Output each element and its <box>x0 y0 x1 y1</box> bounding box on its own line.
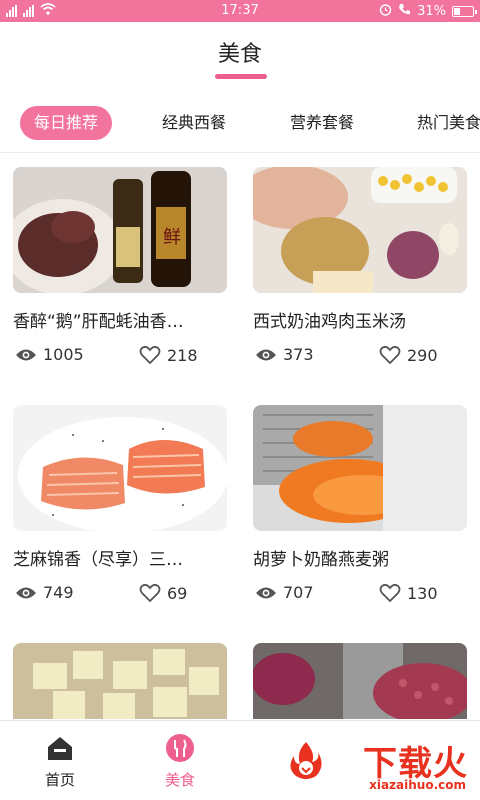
recipe-title: 胡萝卜奶酪燕麦粥 <box>253 550 389 570</box>
eye-icon <box>16 587 36 598</box>
view-count: 1005 <box>15 345 84 364</box>
recipe-title: 芝麻锦香（尽享）三… <box>13 550 183 570</box>
tab-nutrition-set[interactable]: 营养套餐 <box>290 106 354 140</box>
view-count: 373 <box>255 345 314 364</box>
header: 美食 <box>0 22 480 90</box>
recipe-image[interactable] <box>13 643 227 719</box>
call-icon <box>398 3 411 20</box>
eye-icon <box>256 349 276 360</box>
nav-home-label: 首页 <box>44 771 75 789</box>
svg-text:鲜: 鲜 <box>163 227 181 248</box>
recipe-title: 香醉“鹅”肝配蚝油香… <box>13 312 184 332</box>
like-count-value: 290 <box>407 345 438 365</box>
recipe-image[interactable] <box>253 167 467 293</box>
like-count[interactable]: 290 <box>379 345 438 365</box>
heart-icon[interactable] <box>379 583 401 603</box>
watermark-en: xiazaihuo.com <box>369 778 466 792</box>
like-count-value: 218 <box>167 345 198 365</box>
status-right: 31% <box>379 3 477 20</box>
tab-classic-western[interactable]: 经典西餐 <box>162 106 226 140</box>
eye-icon <box>256 587 276 598</box>
flame-icon <box>290 742 322 779</box>
like-count-value: 69 <box>167 583 188 603</box>
like-count[interactable]: 130 <box>379 583 438 603</box>
page-title: 美食 <box>217 42 262 67</box>
bottom-nav: 首页 美食 下载火 xiazaihuo.com <box>0 720 480 800</box>
nav-food-label: 美食 <box>164 771 195 789</box>
nav-food[interactable]: 美食 <box>140 733 220 790</box>
recipe-title: 西式奶油鸡肉玉米汤 <box>253 312 406 332</box>
tab-daily-recommend[interactable]: 每日推荐 <box>20 106 113 140</box>
recipe-image[interactable] <box>13 405 227 531</box>
recipe-image[interactable] <box>253 643 467 719</box>
category-tabs: 每日推荐 经典西餐 营养套餐 热门美食 <box>0 100 480 148</box>
like-count-value: 130 <box>407 583 438 603</box>
battery-percent: 31% <box>417 4 446 19</box>
battery-icon <box>452 6 477 17</box>
view-count: 749 <box>15 583 74 602</box>
fork-knife-icon <box>166 734 194 762</box>
watermark-logo: 下载火 xiazaihuo.com <box>276 736 476 796</box>
heart-icon[interactable] <box>139 583 161 603</box>
tabs-divider <box>0 152 480 153</box>
view-count-value: 1005 <box>43 345 84 364</box>
like-count[interactable]: 69 <box>139 583 187 603</box>
view-count-value: 749 <box>43 583 74 602</box>
title-underline <box>215 74 267 79</box>
view-count-value: 373 <box>283 345 314 364</box>
like-count[interactable]: 218 <box>139 345 198 365</box>
alarm-icon <box>379 3 392 20</box>
recipe-image[interactable] <box>253 405 467 531</box>
nav-home[interactable]: 首页 <box>20 733 100 790</box>
tab-popular-food[interactable]: 热门美食 <box>417 106 480 140</box>
heart-icon[interactable] <box>379 345 401 365</box>
recipe-image[interactable]: 鲜 <box>13 167 227 293</box>
view-count-value: 707 <box>283 583 314 602</box>
home-icon <box>48 737 72 760</box>
heart-icon[interactable] <box>139 345 161 365</box>
eye-icon <box>16 349 36 360</box>
status-bar: 17:37 31% <box>0 0 480 22</box>
view-count: 707 <box>255 583 314 602</box>
